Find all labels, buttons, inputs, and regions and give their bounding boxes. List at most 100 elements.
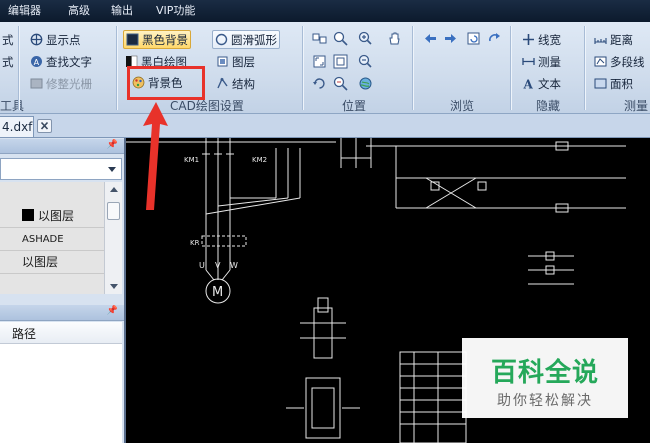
watermark-subtitle: 助你轻松解决 xyxy=(497,393,593,409)
line-width-label: 线宽 xyxy=(538,32,561,47)
extents-icon[interactable] xyxy=(333,54,348,69)
layers-label: 图层 xyxy=(232,54,255,69)
ribbon-separator xyxy=(18,26,19,110)
fit-view-icon[interactable] xyxy=(312,54,327,69)
arrow-left-icon[interactable] xyxy=(423,31,438,46)
arrow-right-icon[interactable] xyxy=(443,31,458,46)
label-km2: KM2 xyxy=(252,156,267,164)
layers-button[interactable]: 图层 xyxy=(214,52,257,71)
crosshair-icon xyxy=(30,33,43,46)
group-label-tools: 工具 xyxy=(0,99,25,113)
tab-close-button[interactable] xyxy=(37,119,52,133)
find-text-icon: A xyxy=(31,56,42,67)
show-points-label: 显示点 xyxy=(46,32,81,47)
text-label: 文本 xyxy=(538,76,561,91)
pin-icon[interactable]: 📌 xyxy=(107,306,118,316)
zoom-in-icon[interactable] xyxy=(358,31,373,46)
property-value: ASHADE xyxy=(22,234,64,245)
smooth-arc-button[interactable]: 圆滑弧形 xyxy=(212,30,280,49)
measure-toggle[interactable]: 测量 xyxy=(520,52,563,71)
ribbon-separator xyxy=(302,26,303,110)
structure-label: 结构 xyxy=(232,76,255,91)
scroll-up-icon[interactable] xyxy=(110,187,118,192)
properties-object-select[interactable] xyxy=(0,158,122,180)
scroll-down-icon[interactable] xyxy=(110,284,118,289)
document-tab-title: 4.dxf xyxy=(2,120,33,134)
area-icon xyxy=(594,78,607,89)
close-icon xyxy=(40,121,49,130)
find-text-button[interactable]: A 查找文字 xyxy=(28,52,94,71)
properties-scrollbar[interactable] xyxy=(104,182,122,294)
highlight-box xyxy=(127,66,205,100)
zoom-window-icon[interactable] xyxy=(333,31,348,46)
pan-hand-icon[interactable] xyxy=(387,31,402,46)
menu-advanced[interactable]: 高级 xyxy=(68,4,90,18)
group-label-hide: 隐藏 xyxy=(536,99,561,113)
zoom-realtime-icon[interactable] xyxy=(333,76,348,91)
menu-output[interactable]: 输出 xyxy=(111,4,133,18)
find-text-label: 查找文字 xyxy=(46,54,92,69)
polyline-icon xyxy=(594,56,607,67)
rotate-icon[interactable] xyxy=(312,76,327,91)
label-phase-v: V xyxy=(215,261,221,270)
distance-icon xyxy=(594,38,607,44)
black-background-label: 黑色背景 xyxy=(142,32,188,47)
partial-tool-1[interactable]: 式 xyxy=(0,30,16,49)
ribbon-separator xyxy=(116,26,117,110)
structure-button[interactable]: 结构 xyxy=(214,74,257,93)
properties-panel-titlebar: 📌 xyxy=(0,139,124,154)
layers-icon xyxy=(217,56,228,67)
text-a-icon: A xyxy=(523,78,534,91)
text-toggle[interactable]: A 文本 xyxy=(520,74,563,93)
ribbon-separator xyxy=(584,26,585,110)
property-row[interactable]: ASHADE xyxy=(0,228,104,251)
black-background-icon xyxy=(126,33,139,46)
trim-raster-button[interactable]: 修整光栅 xyxy=(28,74,94,93)
distance-button[interactable]: 距离 xyxy=(592,30,635,49)
view-frame-icon[interactable] xyxy=(312,31,327,46)
property-row[interactable]: 以图层 xyxy=(0,205,104,228)
annotation-arrow xyxy=(143,102,168,210)
pin-icon[interactable]: 📌 xyxy=(107,140,118,150)
watermark-title: 百科全说 xyxy=(490,358,599,388)
label-motor: M xyxy=(212,285,223,300)
menu-editor[interactable]: 编辑器 xyxy=(8,4,41,18)
scroll-thumb[interactable] xyxy=(107,202,120,220)
group-label-browse: 浏览 xyxy=(450,99,475,113)
label-kr: KR xyxy=(190,239,200,247)
refresh-icon[interactable] xyxy=(466,31,481,46)
label-phase-w: W xyxy=(230,261,238,270)
property-value: 以图层 xyxy=(22,255,59,269)
distance-label: 距离 xyxy=(610,32,633,47)
smooth-arc-icon xyxy=(215,33,228,46)
redo-icon[interactable] xyxy=(487,31,502,46)
ribbon-separator xyxy=(510,26,511,110)
properties-table: 以图层 ASHADE 以图层 xyxy=(0,182,104,294)
list-panel-titlebar: 📌 xyxy=(0,305,124,321)
plus-icon xyxy=(523,34,534,45)
trim-raster-label: 修整光栅 xyxy=(46,76,92,91)
property-row[interactable]: 以图层 xyxy=(0,251,104,274)
menu-vip[interactable]: VIP功能 xyxy=(156,4,195,18)
area-button[interactable]: 面积 xyxy=(592,74,635,93)
svg-text:A: A xyxy=(34,58,40,67)
partial-tool-2[interactable]: 式 xyxy=(0,52,16,71)
ruler-icon xyxy=(522,58,535,65)
structure-icon xyxy=(217,77,228,89)
list-panel: 路径 xyxy=(0,322,122,443)
ribbon-separator xyxy=(412,26,413,110)
show-points-button[interactable]: 显示点 xyxy=(28,30,83,49)
smooth-arc-label: 圆滑弧形 xyxy=(231,32,277,47)
polyline-button[interactable]: 多段线 xyxy=(592,52,647,71)
zoom-out-icon[interactable] xyxy=(358,54,373,69)
column-header-path[interactable]: 路径 xyxy=(0,322,122,344)
color-swatch xyxy=(22,209,34,221)
polyline-label: 多段线 xyxy=(610,54,645,69)
line-width-toggle[interactable]: 线宽 xyxy=(520,30,563,49)
document-tab[interactable]: 4.dxf xyxy=(0,116,34,137)
globe-icon[interactable] xyxy=(358,76,373,91)
ribbon: 式 式 工具 显示点 A 查找文字 修整光栅 黑色背景 圆滑弧形 黑白绘图 图层… xyxy=(0,22,650,114)
black-background-button[interactable]: 黑色背景 xyxy=(123,30,191,49)
group-label-position: 位置 xyxy=(342,99,367,113)
label-km1: KM1 xyxy=(184,156,199,164)
